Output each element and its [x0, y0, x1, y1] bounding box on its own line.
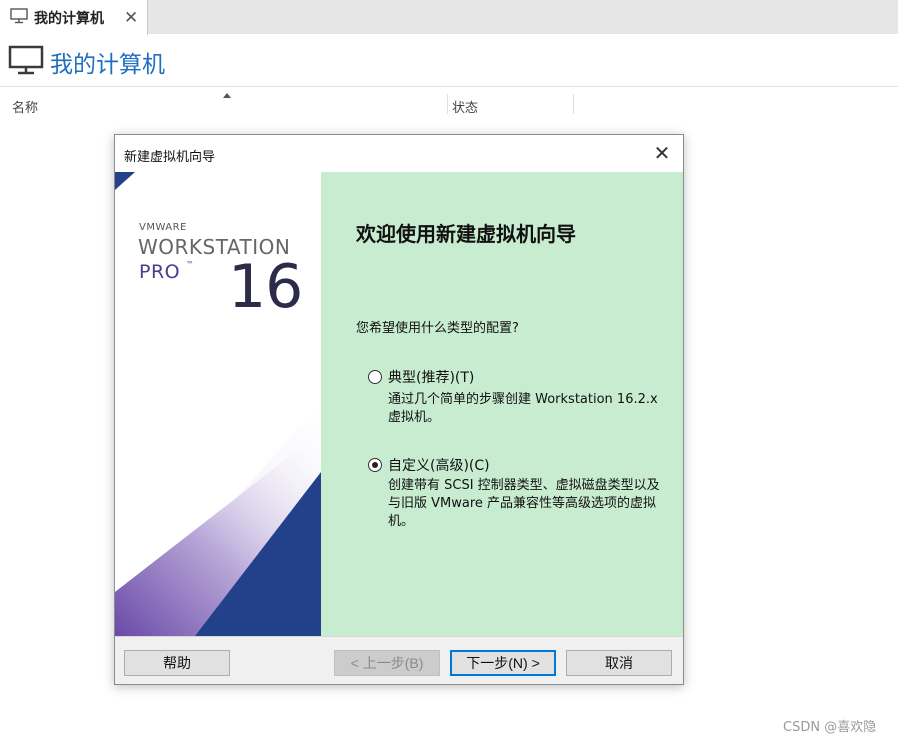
- tab-bar: 我的计算机 ✕: [0, 0, 898, 35]
- button-bar: 帮助 < 上一步(B) 下一步(N) > 取消: [115, 636, 683, 684]
- sort-ascending-icon: [223, 93, 231, 98]
- new-vm-wizard-dialog: 新建虚拟机向导 ✕ VMWARE WORKSTATION PRO ™ 16 欢迎…: [114, 134, 684, 685]
- version-label: 16: [228, 252, 303, 322]
- wizard-heading: 欢迎使用新建虚拟机向导: [356, 222, 576, 246]
- close-icon[interactable]: ✕: [124, 8, 138, 28]
- tab-my-computer[interactable]: 我的计算机 ✕: [0, 0, 148, 35]
- radio-label: 自定义(高级)(C): [388, 458, 490, 474]
- config-question: 您希望使用什么类型的配置?: [356, 321, 519, 336]
- radio-button-selected-icon[interactable]: [368, 458, 382, 472]
- watermark: CSDN @喜欢隐: [783, 720, 877, 735]
- dialog-title: 新建虚拟机向导: [124, 150, 216, 165]
- column-header-status[interactable]: 状态: [440, 94, 573, 116]
- typical-description: 通过几个简单的步骤创建 Workstation 16.2.x 虚拟机。: [388, 392, 658, 425]
- header-divider: [0, 86, 898, 87]
- page-title-label: 我的计算机: [50, 52, 165, 78]
- radio-label: 典型(推荐)(T): [388, 370, 475, 386]
- monitor-icon: [8, 44, 44, 80]
- monitor-icon: [10, 7, 28, 28]
- dialog-titlebar: 新建虚拟机向导 ✕: [115, 135, 683, 172]
- radio-button-icon[interactable]: [368, 370, 382, 384]
- back-button: < 上一步(B): [334, 650, 440, 676]
- trademark-label: ™: [186, 260, 194, 269]
- help-button[interactable]: 帮助: [124, 650, 230, 676]
- vmware-banner: VMWARE WORKSTATION PRO ™ 16: [115, 172, 321, 636]
- next-button[interactable]: 下一步(N) >: [450, 650, 556, 676]
- close-icon[interactable]: ✕: [651, 142, 673, 164]
- cancel-button[interactable]: 取消: [566, 650, 672, 676]
- brand-label: VMWARE: [139, 222, 187, 233]
- custom-description: 创建带有 SCSI 控制器类型、虚拟磁盘类型以及与旧版 VMware 产品兼容性…: [388, 478, 660, 529]
- radio-custom[interactable]: 自定义(高级)(C): [368, 455, 490, 475]
- column-label: 名称: [12, 101, 39, 116]
- wizard-content: 欢迎使用新建虚拟机向导 您希望使用什么类型的配置? 典型(推荐)(T) 通过几个…: [321, 172, 683, 636]
- radio-typical[interactable]: 典型(推荐)(T): [368, 367, 474, 387]
- page-title: 我的计算机: [8, 44, 165, 80]
- column-separator[interactable]: [573, 94, 574, 114]
- edition-label: PRO: [139, 261, 181, 283]
- column-label: 状态: [452, 101, 479, 116]
- tab-label: 我的计算机: [34, 10, 104, 27]
